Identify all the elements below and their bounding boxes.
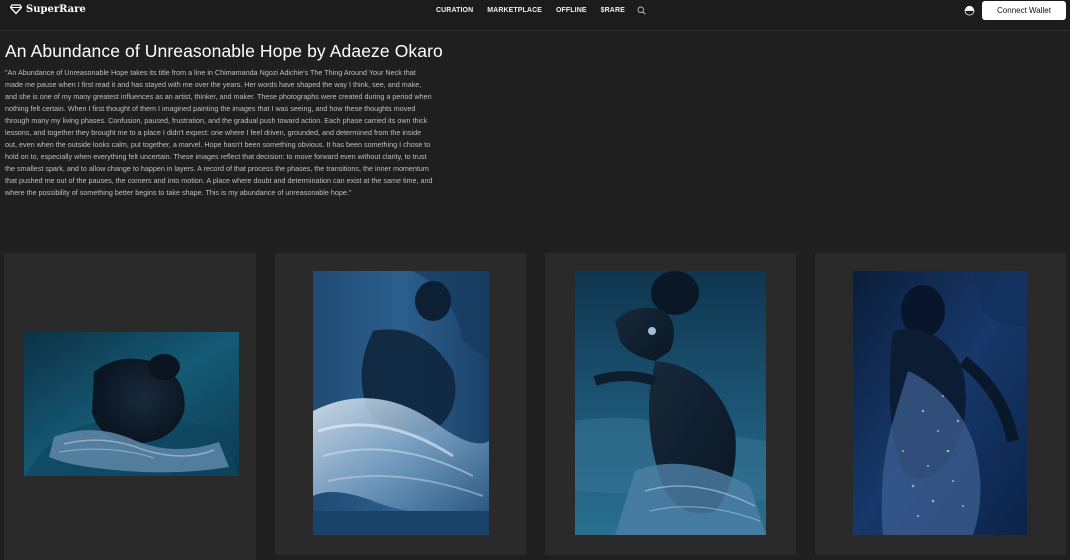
theme-toggle-icon[interactable] [964, 5, 975, 16]
artwork-card[interactable] [4, 253, 256, 560]
logo-text: SuperRare [26, 3, 86, 15]
top-navbar: SuperRare CURATION MARKETPLACE OFFLINE $… [0, 0, 1070, 31]
artwork-card[interactable] [545, 253, 796, 555]
nav-link-offline[interactable]: OFFLINE [556, 7, 587, 14]
artwork-3-image [575, 271, 766, 535]
search-icon[interactable] [637, 6, 646, 15]
page-title: An Abundance of Unreasonable Hope by Ada… [5, 41, 443, 61]
artwork-1-image [24, 332, 239, 476]
artwork-card[interactable] [815, 253, 1066, 555]
artwork-card[interactable] [275, 253, 526, 555]
diamond-logo-icon [10, 4, 22, 15]
nav-link-curation[interactable]: CURATION [436, 7, 473, 14]
artwork-2-image [313, 271, 489, 535]
artwork-image[interactable] [24, 332, 239, 476]
artwork-image[interactable] [313, 271, 489, 535]
artwork-4-image [853, 271, 1027, 535]
nav-link-rare-token[interactable]: $RARE [601, 7, 625, 14]
artwork-image[interactable] [853, 271, 1027, 535]
main-nav: CURATION MARKETPLACE OFFLINE $RARE [436, 6, 646, 15]
nav-link-marketplace[interactable]: MARKETPLACE [487, 7, 542, 14]
artwork-image[interactable] [575, 271, 766, 535]
exhibition-description: "An Abundance of Unreasonable Hope takes… [5, 68, 433, 198]
connect-wallet-button[interactable]: Connect Wallet [982, 1, 1066, 20]
logo[interactable]: SuperRare [10, 3, 86, 15]
